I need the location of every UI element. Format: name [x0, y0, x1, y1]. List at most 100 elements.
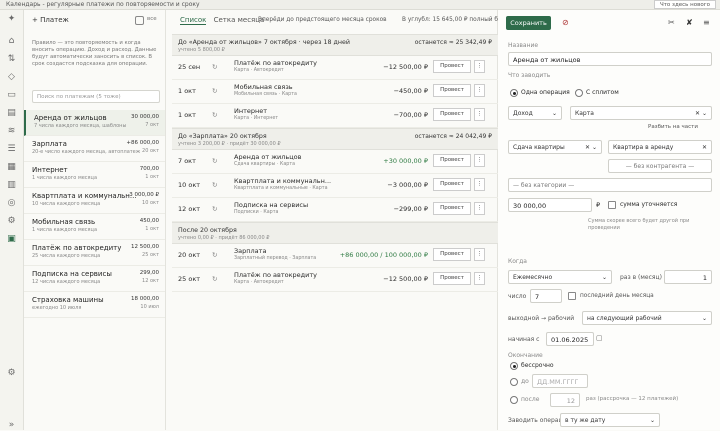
gear-icon[interactable]: ⚙	[6, 216, 17, 227]
clear-icon[interactable]: ✕ ⌄	[585, 144, 597, 151]
tag-icon[interactable]: ◇	[6, 72, 17, 83]
transaction-row[interactable]: 20 окт ↻ Зарплата Зарплатный перевод · З…	[172, 244, 498, 268]
more-button[interactable]: ⋮	[474, 84, 485, 97]
settings-icon[interactable]: ⚙	[6, 368, 17, 379]
more-button[interactable]: ⋮	[474, 248, 485, 261]
row-name: Зарплата	[234, 247, 267, 255]
calendar-picker-icon[interactable]: ▢	[596, 334, 603, 342]
more-button[interactable]: ⋮	[474, 178, 485, 191]
transaction-row[interactable]: 1 окт ↻ Интернет Карта · Интернет −700,0…	[172, 104, 498, 128]
chevron-down-icon: ⌄	[551, 110, 557, 117]
subcategory-select[interactable]: Квартира в аренду ✕	[608, 140, 712, 154]
payment-list-item[interactable]: Мобильная связь 1 числа каждого месяца 4…	[24, 214, 165, 240]
calendar-icon[interactable]: ▣	[6, 234, 17, 245]
collapse-icon[interactable]: »	[6, 420, 17, 431]
amount-varies-checkbox[interactable]	[608, 201, 616, 209]
day-field[interactable]: 7	[530, 289, 562, 303]
more-button[interactable]: ⋮	[474, 154, 485, 167]
payment-list-item[interactable]: Зарплата 20-е число каждого месяца, авто…	[24, 136, 165, 162]
end-date-field[interactable]: ДД.ММ.ГГГГ	[532, 374, 588, 388]
shift-select[interactable]: на следующий рабочий ⌄	[582, 311, 712, 325]
menu-icon[interactable]: ≡	[703, 18, 710, 27]
transfer-icon[interactable]: ⇅	[6, 54, 17, 65]
tag-select[interactable]: — без категории —	[508, 178, 712, 192]
range-filter[interactable]: Вперёди до предстоящего месяца сроков	[258, 17, 387, 23]
row-subtitle: Зарплатный перевод · Зарплата	[234, 256, 317, 261]
end-count-field[interactable]: 12	[550, 393, 580, 407]
type-select[interactable]: Доход ⌄	[508, 106, 562, 120]
category-value: Сдача квартиры	[513, 144, 565, 151]
more-button[interactable]: ⋮	[474, 272, 485, 285]
payment-amount: 450,00	[139, 218, 159, 224]
whats-new-button[interactable]: Что здесь нового	[653, 0, 716, 9]
payee-select[interactable]: — без контрагента —	[608, 159, 712, 173]
more-button[interactable]: ⋮	[474, 60, 485, 73]
list-icon[interactable]: ☰	[6, 144, 17, 155]
tab-list[interactable]: Список	[180, 16, 207, 25]
end-date-radio[interactable]	[510, 378, 518, 386]
transaction-row[interactable]: 25 окт ↻ Платёж по автокредиту Карта · А…	[172, 268, 498, 292]
more-button[interactable]: ⋮	[474, 108, 485, 121]
post-button[interactable]: Провест	[433, 272, 471, 285]
post-button[interactable]: Провест	[433, 84, 471, 97]
name-field[interactable]: Аренда от жильцов	[508, 52, 712, 66]
payment-list-item[interactable]: Интернет 1 числа каждого месяца 700,00 1…	[24, 162, 165, 188]
clear-icon[interactable]: ✕	[702, 144, 707, 151]
transaction-row[interactable]: 12 окт ↻ Подписка на сервисы Подписки · …	[172, 198, 498, 222]
frequency-value: Ежемесячно	[513, 274, 553, 281]
home-icon[interactable]: ⌂	[6, 36, 17, 47]
delete-icon[interactable]: ⊘	[562, 18, 569, 27]
payment-list-item[interactable]: Аренда от жильцов 7 числа каждого месяца…	[24, 110, 165, 136]
post-button[interactable]: Провест	[433, 154, 471, 167]
start-date-field[interactable]: 01.06.2025	[546, 332, 594, 346]
layers-icon[interactable]: ≋	[6, 126, 17, 137]
wallet-icon[interactable]: ▭	[6, 90, 17, 101]
save-button[interactable]: Сохранить	[506, 16, 551, 30]
transaction-row[interactable]: 7 окт ↻ Аренда от жильцов Сдача квартиры…	[172, 150, 498, 174]
repeat-icon: ↻	[212, 205, 218, 213]
folder-icon[interactable]: ▤	[6, 108, 17, 119]
payment-list-item[interactable]: Квартплата и коммунальн... 10 числа кажд…	[24, 188, 165, 214]
post-button[interactable]: Провест	[433, 60, 471, 73]
post-button[interactable]: Провест	[433, 248, 471, 261]
every-field[interactable]: 1	[664, 270, 712, 284]
payment-list-item[interactable]: Страховка машины ежегодно 10 июля 18 000…	[24, 292, 165, 318]
row-name: Квартплата и коммунальн...	[234, 177, 332, 185]
post-button[interactable]: Провест	[433, 202, 471, 215]
payment-list-item[interactable]: Подписка на сервисы 12 числа каждого мес…	[24, 266, 165, 292]
amount-field[interactable]: 30 000,00	[508, 198, 592, 212]
row-subtitle: Подписки · Карта	[234, 210, 279, 215]
group-subtitle: учтено 5 800,00 ₽	[178, 47, 225, 53]
row-subtitle: Квартплата и коммунальные · Карта	[234, 186, 328, 191]
row-date: 20 окт	[178, 251, 201, 259]
transaction-row[interactable]: 1 окт ↻ Мобильная связь Мобильная связь …	[172, 80, 498, 104]
split-link[interactable]: Разбить на части	[648, 124, 698, 130]
single-op-radio[interactable]	[510, 89, 518, 97]
more-button[interactable]: ⋮	[474, 202, 485, 215]
split-radio[interactable]	[575, 89, 583, 97]
search-input[interactable]: Поиск по платежам (5 тоже)	[32, 90, 160, 103]
tab-month-grid[interactable]: Сетка месяца	[214, 16, 265, 24]
target-icon[interactable]: ◎	[6, 198, 17, 209]
last-day-checkbox[interactable]	[568, 292, 576, 300]
end-count-radio[interactable]	[510, 396, 518, 404]
post-button[interactable]: Провест	[433, 108, 471, 121]
post-button[interactable]: Провест	[433, 178, 471, 191]
payment-list-item[interactable]: Платёж по автокредиту 25 числа каждого м…	[24, 240, 165, 266]
clear-icon[interactable]: ✕ ⌄	[695, 110, 707, 117]
transaction-row[interactable]: 25 сен ↻ Платёж по автокредиту Карта · А…	[172, 56, 498, 80]
scissors-icon[interactable]: ✂	[668, 18, 675, 27]
calendar-small-icon[interactable]: ▦	[6, 162, 17, 173]
group-title: До «Зарплата» 20 октября	[178, 133, 267, 140]
account-select[interactable]: Карта ✕ ⌄	[570, 106, 712, 120]
category-select[interactable]: Сдача квартиры ✕ ⌄	[508, 140, 602, 154]
frequency-select[interactable]: Ежемесячно ⌄	[508, 270, 612, 284]
add-payment-button[interactable]: + Платеж	[32, 16, 69, 24]
split-label: С сплитом	[586, 89, 619, 96]
pin-icon[interactable]: ✘	[686, 18, 693, 27]
end-never-radio[interactable]	[510, 362, 518, 370]
remind-select[interactable]: в ту же дату ⌄	[560, 413, 660, 427]
transaction-row[interactable]: 10 окт ↻ Квартплата и коммунальн... Квар…	[172, 174, 498, 198]
show-all-checkbox[interactable]	[135, 16, 144, 25]
chart-icon[interactable]: ▥	[6, 180, 17, 191]
